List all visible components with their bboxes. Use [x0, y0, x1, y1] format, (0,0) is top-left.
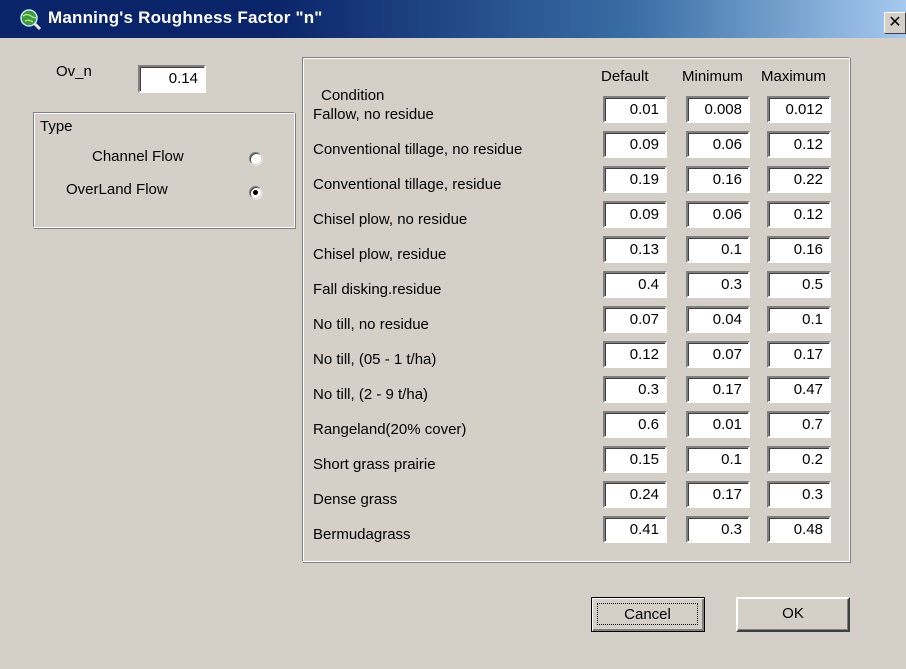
default-value-input[interactable]: 0.12 [603, 341, 667, 368]
ovn-input[interactable]: 0.14 [138, 65, 206, 93]
maximum-value-input[interactable]: 0.7 [767, 411, 831, 438]
default-value-input[interactable]: 0.24 [603, 481, 667, 508]
window-title: Manning's Roughness Factor "n" [48, 8, 323, 27]
condition-label: Conventional tillage, no residue [313, 141, 523, 158]
title-bar[interactable]: Manning's Roughness Factor "n" ✕ [0, 0, 906, 38]
condition-label: No till, no residue [313, 316, 429, 333]
minimum-value-input[interactable]: 0.17 [686, 376, 750, 403]
minimum-value-input[interactable]: 0.16 [686, 166, 750, 193]
cancel-button-label: Cancel [597, 603, 698, 625]
maximum-value-input[interactable]: 0.47 [767, 376, 831, 403]
radio-selected-dot [253, 190, 258, 195]
minimum-value-input[interactable]: 0.06 [686, 131, 750, 158]
overland-flow-radio[interactable] [249, 186, 262, 199]
maximum-value-input[interactable]: 0.012 [767, 96, 831, 123]
default-value-input[interactable]: 0.4 [603, 271, 667, 298]
maximum-value-input[interactable]: 0.1 [767, 306, 831, 333]
condition-label: Conventional tillage, residue [313, 176, 502, 193]
channel-flow-label[interactable]: Channel Flow [92, 148, 184, 165]
condition-label: No till, (05 - 1 t/ha) [313, 351, 437, 368]
condition-label: Dense grass [313, 491, 398, 508]
minimum-value-input[interactable]: 0.04 [686, 306, 750, 333]
cancel-button[interactable]: Cancel [591, 597, 705, 632]
minimum-value-input[interactable]: 0.3 [686, 516, 750, 543]
condition-header: Condition [321, 87, 385, 104]
minimum-header: Minimum [682, 68, 743, 85]
ok-button[interactable]: OK [736, 597, 850, 632]
minimum-value-input[interactable]: 0.01 [686, 411, 750, 438]
manning-dialog: Manning's Roughness Factor "n" ✕ Ov_n 0.… [0, 0, 906, 669]
minimum-value-input[interactable]: 0.07 [686, 341, 750, 368]
maximum-value-input[interactable]: 0.17 [767, 341, 831, 368]
maximum-header: Maximum [761, 68, 827, 85]
maximum-value-input[interactable]: 0.2 [767, 446, 831, 473]
default-value-input[interactable]: 0.41 [603, 516, 667, 543]
default-value-input[interactable]: 0.15 [603, 446, 667, 473]
condition-label: Fall disking.residue [313, 281, 442, 298]
maximum-value-input[interactable]: 0.16 [767, 236, 831, 263]
default-value-input[interactable]: 0.09 [603, 201, 667, 228]
close-button[interactable]: ✕ [884, 12, 906, 34]
condition-label: Short grass prairie [313, 456, 436, 473]
default-value-input[interactable]: 0.3 [603, 376, 667, 403]
condition-label: Fallow, no residue [313, 106, 434, 123]
minimum-value-input[interactable]: 0.17 [686, 481, 750, 508]
condition-label: Chisel plow, residue [313, 246, 447, 263]
condition-label: Rangeland(20% cover) [313, 421, 467, 438]
minimum-value-input[interactable]: 0.1 [686, 236, 750, 263]
minimum-value-input[interactable]: 0.3 [686, 271, 750, 298]
ovn-label: Ov_n [56, 63, 92, 80]
condition-label: Chisel plow, no residue [313, 211, 468, 228]
default-value-input[interactable]: 0.07 [603, 306, 667, 333]
type-group-label: Type [40, 118, 73, 135]
default-value-input[interactable]: 0.13 [603, 236, 667, 263]
minimum-value-input[interactable]: 0.06 [686, 201, 750, 228]
overland-flow-label[interactable]: OverLand Flow [66, 181, 168, 198]
default-header: Default [601, 68, 649, 85]
maximum-value-input[interactable]: 0.48 [767, 516, 831, 543]
maximum-value-input[interactable]: 0.22 [767, 166, 831, 193]
default-value-input[interactable]: 0.6 [603, 411, 667, 438]
channel-flow-radio[interactable] [249, 152, 262, 165]
maximum-value-input[interactable]: 0.5 [767, 271, 831, 298]
default-value-input[interactable]: 0.09 [603, 131, 667, 158]
minimum-value-input[interactable]: 0.008 [686, 96, 750, 123]
maximum-value-input[interactable]: 0.3 [767, 481, 831, 508]
default-value-input[interactable]: 0.01 [603, 96, 667, 123]
maximum-value-input[interactable]: 0.12 [767, 201, 831, 228]
minimum-value-input[interactable]: 0.1 [686, 446, 750, 473]
condition-label: No till, (2 - 9 t/ha) [313, 386, 429, 403]
maximum-value-input[interactable]: 0.12 [767, 131, 831, 158]
condition-label: Bermudagrass [313, 526, 411, 543]
globe-magnifier-icon [20, 9, 42, 31]
default-value-input[interactable]: 0.19 [603, 166, 667, 193]
